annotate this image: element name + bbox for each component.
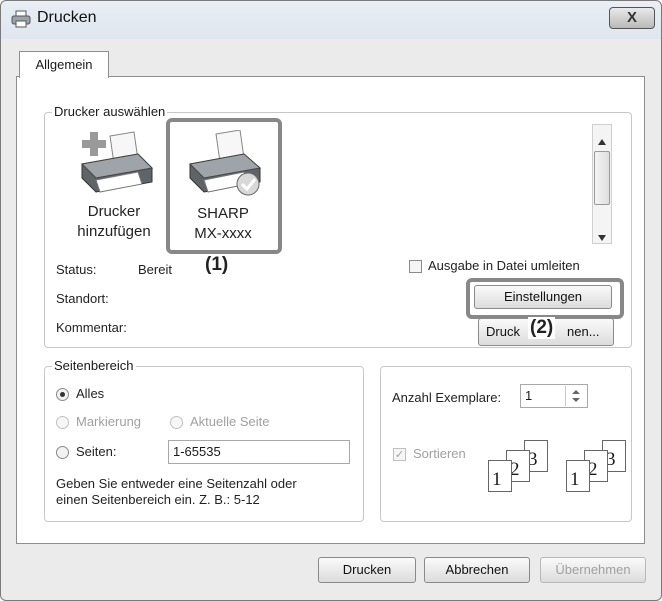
collate-page-number: 1 [492, 469, 502, 490]
title-bar: Drucken X [1, 1, 659, 37]
pages-label: Seiten: [76, 444, 117, 459]
current-page-label: Aktuelle Seite [190, 414, 270, 429]
callout-label-2: (2) [528, 317, 556, 339]
tab-general-label: Allgemein [35, 57, 93, 72]
status-label: Status: [56, 262, 97, 277]
collate-illustration-1: 3 2 1 [484, 440, 554, 496]
all-pages-radio[interactable] [56, 388, 69, 401]
collate-page: 1 [488, 460, 512, 492]
add-printer-icon [76, 130, 154, 199]
collate-checkbox[interactable]: ✓ [393, 448, 406, 461]
page-range-hint-line1: Geben Sie entweder eine Seitenzahl oder [56, 476, 297, 491]
printer-name-line2: MX-xxxx [194, 225, 252, 242]
current-page-radio[interactable] [170, 416, 183, 429]
collate-illustration-2: 3 2 1 [562, 440, 632, 496]
printer-list-scrollbar[interactable] [592, 124, 612, 244]
collate-page: 1 [566, 460, 590, 492]
printer-default-icon [188, 129, 266, 201]
find-printer-label-end: nen... [567, 324, 600, 339]
scroll-up-icon [598, 133, 606, 148]
close-icon: X [626, 9, 637, 26]
callout-label-1: (1) [203, 254, 231, 276]
add-printer-line1: Drucker [87, 203, 141, 220]
all-pages-label: Alles [76, 386, 105, 401]
apply-button[interactable]: Übernehmen [540, 557, 646, 583]
cancel-button[interactable]: Abbrechen [424, 557, 530, 583]
page-range-legend: Seitenbereich [52, 358, 136, 373]
collate-page-number: 1 [570, 469, 580, 490]
page-range-hint-line2: einen Seitenbereich ein. Z. B.: 5-12 [56, 492, 260, 507]
scroll-down-icon [598, 229, 606, 244]
close-button[interactable]: X [609, 7, 655, 29]
scroll-thumb[interactable] [594, 151, 610, 205]
find-printer-label-start: Druck [486, 324, 520, 339]
selection-radio[interactable] [56, 416, 69, 429]
add-printer-line2: hinzufügen [77, 223, 151, 240]
apply-button-label: Übernehmen [555, 562, 631, 577]
comment-label: Kommentar: [56, 320, 127, 335]
status-value: Bereit [138, 262, 172, 277]
spinner-arrows-icon [572, 390, 580, 402]
tab-general[interactable]: Allgemein [19, 51, 109, 78]
settings-button-label: Einstellungen [503, 289, 583, 304]
print-button-label: Drucken [342, 562, 392, 577]
print-to-file-checkbox[interactable] [409, 260, 422, 273]
selection-label: Markierung [76, 414, 142, 429]
printer-icon [11, 10, 31, 28]
window-title: Drucken [37, 9, 97, 26]
print-to-file-label: Ausgabe in Datei umleiten [428, 258, 580, 273]
copies-spinner[interactable] [565, 386, 586, 406]
pages-radio[interactable] [56, 446, 69, 459]
copies-label: Anzahl Exemplare: [392, 390, 502, 405]
printer-name-line1: SHARP [197, 205, 249, 222]
collate-label: Sortieren [413, 446, 466, 461]
settings-button[interactable]: Einstellungen [474, 285, 612, 309]
printer-select-legend: Drucker auswählen [52, 104, 168, 119]
printer-item-sharp[interactable]: SHARP MX-xxxx [176, 128, 270, 246]
pages-input[interactable]: 1-65535 [168, 440, 350, 464]
print-button[interactable]: Drucken [318, 557, 416, 583]
add-printer-item[interactable]: Drucker hinzufügen [64, 126, 164, 244]
cancel-button-label: Abbrechen [445, 562, 509, 577]
location-label: Standort: [56, 291, 109, 306]
